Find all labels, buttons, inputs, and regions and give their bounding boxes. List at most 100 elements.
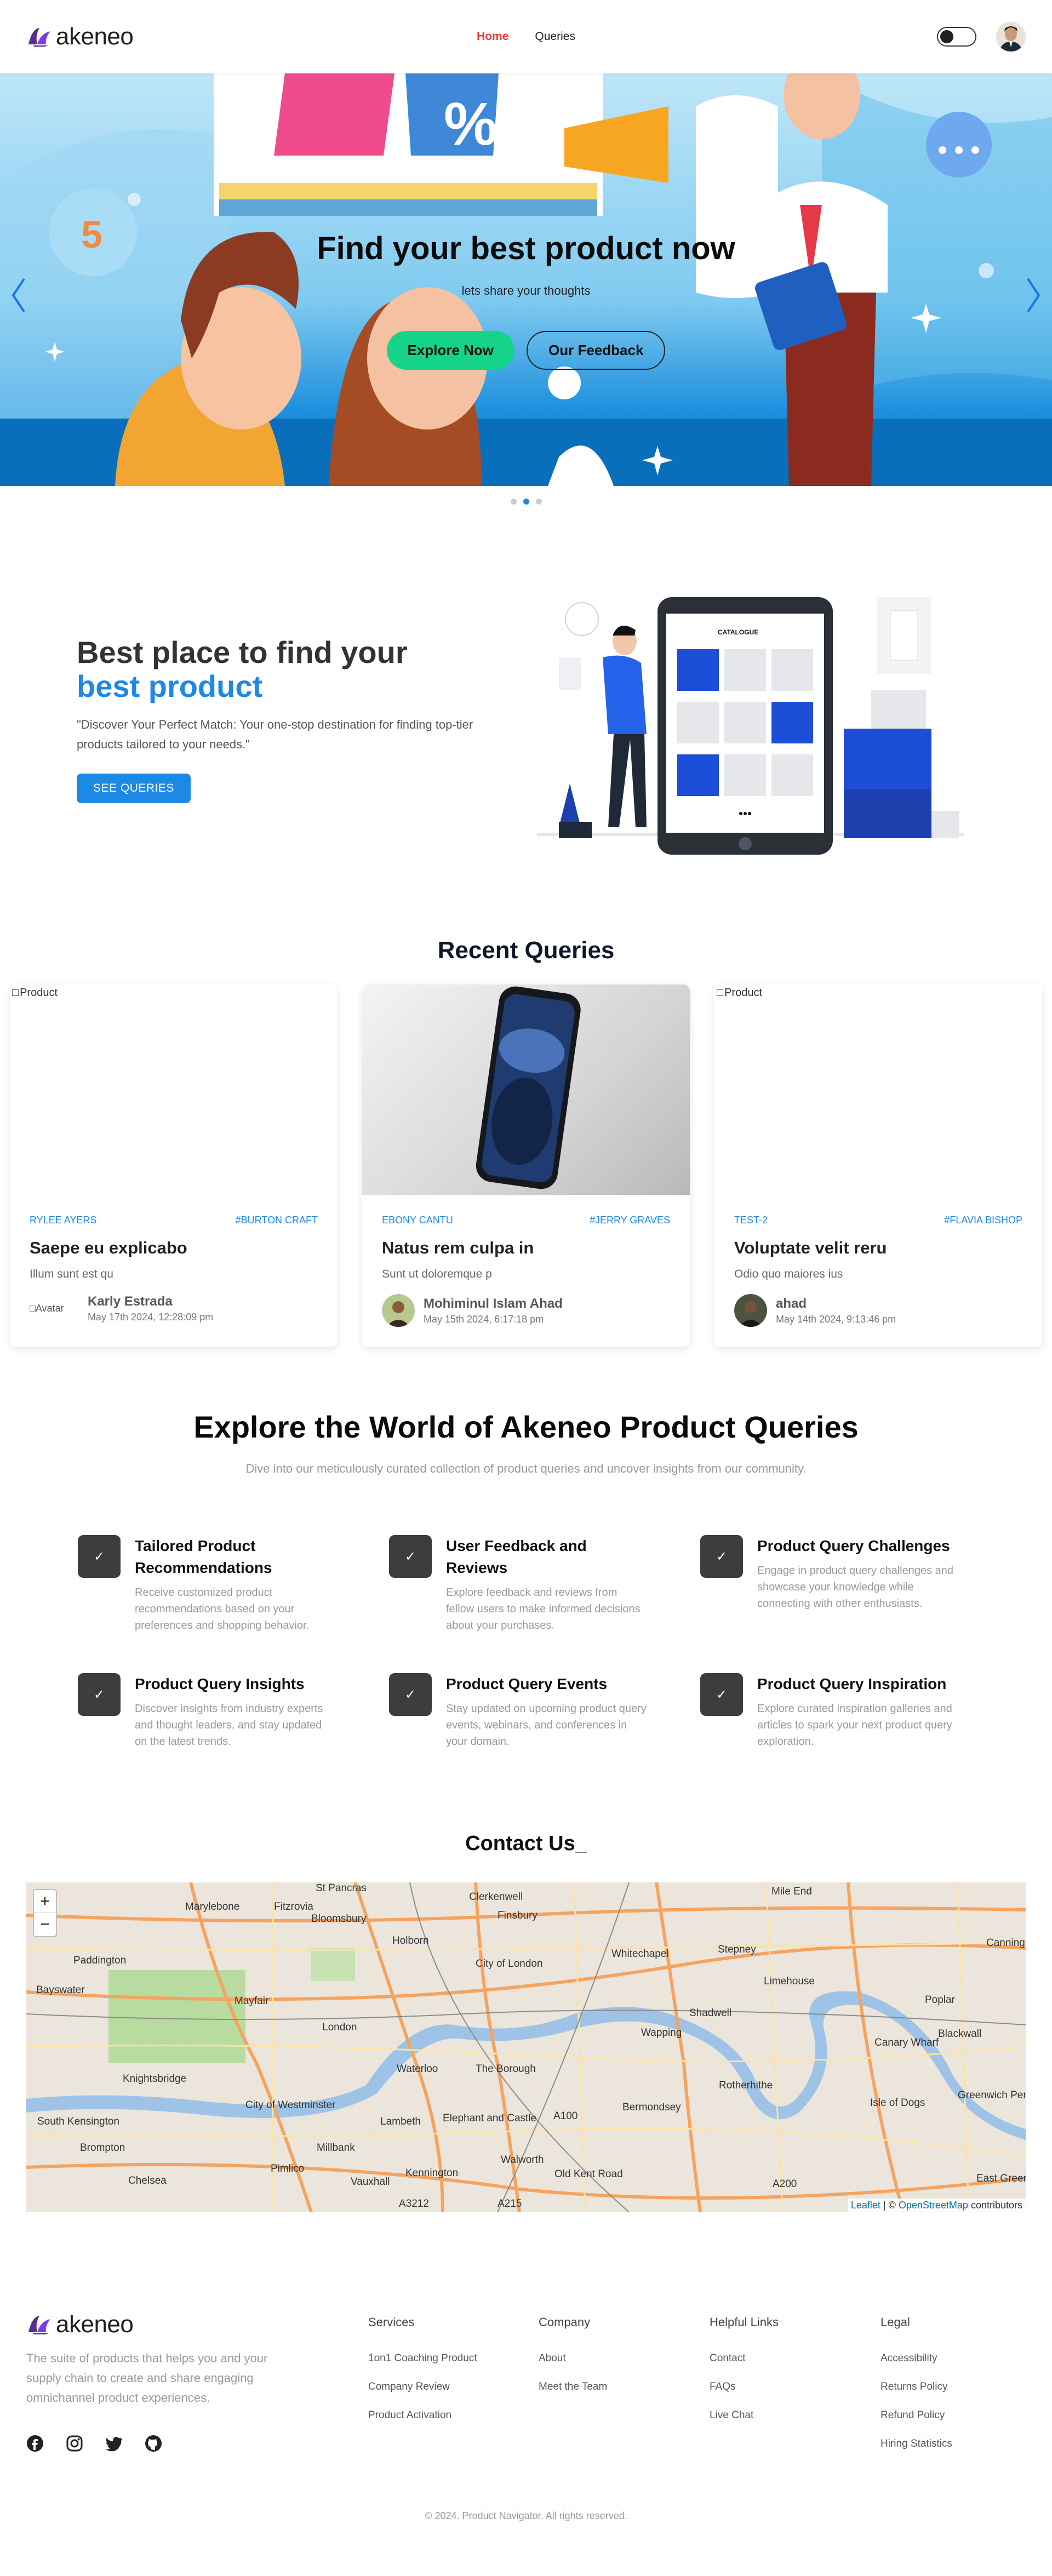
carousel-dot[interactable] xyxy=(510,499,517,505)
map-label: Poplar xyxy=(925,1994,955,2006)
see-queries-button[interactable]: SEE QUERIES xyxy=(77,774,191,803)
footer-link[interactable]: FAQs xyxy=(710,2381,779,2393)
card-body: TEST-2 #FLAVIA BISHOP Voluptate velit re… xyxy=(714,1195,1042,1327)
card-tag[interactable]: #JERRY GRAVES xyxy=(590,1215,670,1226)
card-user: Mohiminul Islam Ahad May 15th 2024, 6:17… xyxy=(382,1294,670,1327)
footer-link[interactable]: Product Activation xyxy=(368,2409,477,2422)
map[interactable]: + − St Pancras Clerkenwell Marylebone Fi… xyxy=(26,1882,1026,2212)
explore-now-button[interactable]: Explore Now xyxy=(386,331,515,370)
footer-link[interactable]: About xyxy=(539,2352,607,2365)
map-label: Canning xyxy=(986,1937,1025,1949)
instagram-icon[interactable] xyxy=(66,2435,83,2452)
svg-text:%: % xyxy=(444,90,498,158)
card-title[interactable]: Natus rem culpa in xyxy=(382,1238,670,1258)
carousel-next-icon[interactable] xyxy=(1022,273,1044,317)
user-photo-icon xyxy=(382,1294,415,1327)
broken-image-icon: □ xyxy=(12,987,19,999)
user-avatar[interactable] xyxy=(996,22,1026,51)
footer-link[interactable]: Returns Policy xyxy=(881,2381,952,2393)
nav-link-queries[interactable]: Queries xyxy=(535,30,575,43)
footer-link[interactable]: Contact xyxy=(710,2352,779,2365)
nav-link-home[interactable]: Home xyxy=(477,30,508,43)
feature-description: Stay updated on upcoming product query e… xyxy=(446,1703,647,1748)
broken-image-icon: □ xyxy=(30,1303,36,1314)
leaflet-link[interactable]: Leaflet xyxy=(851,2200,881,2211)
footer-column-legal: Legal Accessibility Returns Policy Refun… xyxy=(881,2315,952,2450)
footer-column-title: Helpful Links xyxy=(710,2315,779,2329)
our-feedback-button[interactable]: Our Feedback xyxy=(527,331,666,370)
catalogue-label: CATALOGUE xyxy=(718,628,758,636)
query-card[interactable]: EBONY CANTU #JERRY GRAVES Natus rem culp… xyxy=(362,984,690,1347)
map-label: Bloomsbury xyxy=(311,1913,367,1925)
footer-link[interactable]: 1on1 Coaching Product xyxy=(368,2352,477,2365)
brand-name: akeneo xyxy=(56,2311,134,2338)
osm-link[interactable]: OpenStreetMap xyxy=(899,2200,968,2211)
map-label: Bayswater xyxy=(36,1984,85,1996)
map-label: Mayfair xyxy=(235,1995,269,2007)
carousel-dot[interactable] xyxy=(535,499,542,505)
footer-link[interactable]: Live Chat xyxy=(710,2409,779,2422)
map-label: Knightsbridge xyxy=(123,2073,187,2085)
hero-title: Find your best product now xyxy=(317,231,735,266)
query-card[interactable]: □ Product TEST-2 #FLAVIA BISHOP Voluptate… xyxy=(714,984,1042,1347)
check-icon: ✓ xyxy=(700,1673,743,1716)
map-label: Holborn xyxy=(392,1935,429,1947)
avatar-alt-text: Avatar xyxy=(35,1303,64,1314)
theme-toggle[interactable] xyxy=(937,27,976,47)
map-label: Finsbury xyxy=(498,1910,538,1921)
check-icon: ✓ xyxy=(78,1535,121,1578)
zoom-in-button[interactable]: + xyxy=(34,1890,56,1913)
feature-title: Product Query Challenges xyxy=(757,1537,950,1554)
footer-logo[interactable]: akeneo xyxy=(26,2311,134,2338)
card-brand[interactable]: TEST-2 xyxy=(734,1215,768,1226)
catalogue-illustration: CATALOGUE xyxy=(537,597,964,855)
toggle-knob xyxy=(940,30,953,43)
footer-link[interactable]: Accessibility xyxy=(881,2352,952,2365)
card-title[interactable]: Voluptate velit reru xyxy=(734,1238,1022,1258)
carousel-prev-icon[interactable] xyxy=(8,273,30,317)
map-label: Bermondsey xyxy=(622,2102,681,2113)
map-label: Stepney xyxy=(718,1944,756,1955)
query-card[interactable]: □ Product RYLEE AYERS #BURTON CRAFT Saepe… xyxy=(10,984,338,1347)
github-icon[interactable] xyxy=(145,2435,162,2452)
footer-column-helpful-links: Helpful Links Contact FAQs Live Chat xyxy=(710,2315,779,2422)
brand-logo[interactable]: akeneo xyxy=(26,23,134,50)
social-links xyxy=(26,2435,162,2452)
map-label: Elephant and Castle xyxy=(443,2113,537,2124)
feature-title: Product Query Events xyxy=(446,1675,608,1692)
map-label: Brompton xyxy=(80,2142,125,2154)
card-title[interactable]: Saepe eu explicabo xyxy=(30,1238,318,1258)
product-image: □ Product xyxy=(10,984,338,1195)
zoom-out-button[interactable]: − xyxy=(34,1913,56,1936)
feature-title: User Feedback and Reviews xyxy=(446,1537,587,1576)
check-icon: ✓ xyxy=(389,1535,432,1578)
card-tag[interactable]: #BURTON CRAFT xyxy=(236,1215,318,1226)
akeneo-logo-icon xyxy=(28,2316,50,2334)
footer-link[interactable]: Meet the Team xyxy=(539,2381,607,2393)
map-label: A215 xyxy=(498,2198,522,2209)
footer-link[interactable]: Company Review xyxy=(368,2381,477,2393)
card-description: Sunt ut doloremque p xyxy=(382,1268,492,1280)
map-label: A3212 xyxy=(399,2198,429,2209)
card-brand[interactable]: EBONY CANTU xyxy=(382,1215,453,1226)
nav-actions xyxy=(937,22,1026,51)
post-date: May 15th 2024, 6:17:18 pm xyxy=(424,1313,544,1325)
twitter-icon[interactable] xyxy=(105,2435,123,2452)
map-label: Millbank xyxy=(317,2142,355,2154)
card-tag[interactable]: #FLAVIA BISHOP xyxy=(944,1215,1022,1226)
map-label: Wapping xyxy=(641,2027,682,2039)
facebook-icon[interactable] xyxy=(26,2435,44,2452)
check-icon: ✓ xyxy=(700,1535,743,1578)
map-label: Canary Wharf xyxy=(874,2037,939,2048)
card-brand[interactable]: RYLEE AYERS xyxy=(30,1215,96,1226)
map-label: Limehouse xyxy=(764,1976,815,1987)
user-name: Karly Estrada xyxy=(88,1294,173,1309)
carousel-dot-active[interactable] xyxy=(523,499,529,505)
footer-link[interactable]: Refund Policy xyxy=(881,2409,952,2422)
map-label: Lambeth xyxy=(380,2116,421,2127)
carousel-dots xyxy=(0,499,1052,505)
footer-link[interactable]: Hiring Statistics xyxy=(881,2438,952,2450)
user-name: ahad xyxy=(776,1296,807,1311)
navbar: akeneo Home Queries xyxy=(0,0,1052,73)
image-alt-text: Product xyxy=(20,987,58,999)
